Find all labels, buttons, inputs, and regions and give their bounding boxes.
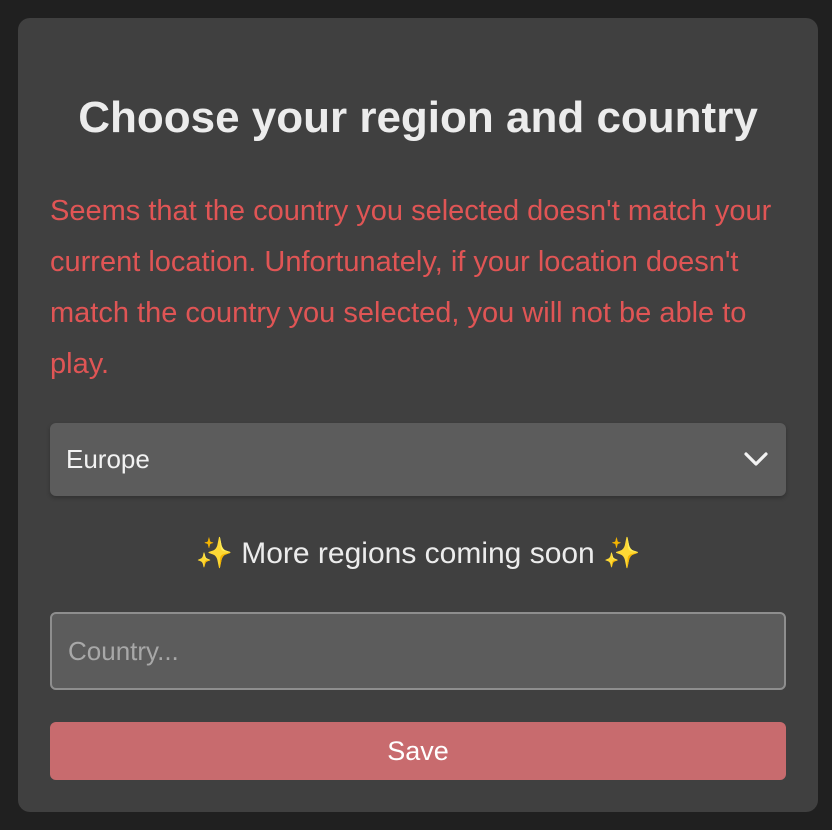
region-select-value: Europe xyxy=(66,444,150,474)
dialog-title: Choose your region and country xyxy=(78,93,758,142)
sparkles-icon: ✨ xyxy=(603,537,641,570)
country-input[interactable] xyxy=(50,612,786,690)
location-mismatch-warning: Seems that the country you selected does… xyxy=(50,195,772,380)
more-regions-text: More regions coming soon xyxy=(241,537,595,570)
region-dialog: Choose your region and country Seems tha… xyxy=(18,18,818,812)
region-select[interactable]: Europe xyxy=(50,423,786,496)
save-button[interactable]: Save xyxy=(50,722,786,780)
sparkles-icon: ✨ xyxy=(195,537,233,570)
more-regions-note: ✨ More regions coming soon ✨ xyxy=(18,530,818,578)
chevron-down-icon xyxy=(744,452,768,466)
